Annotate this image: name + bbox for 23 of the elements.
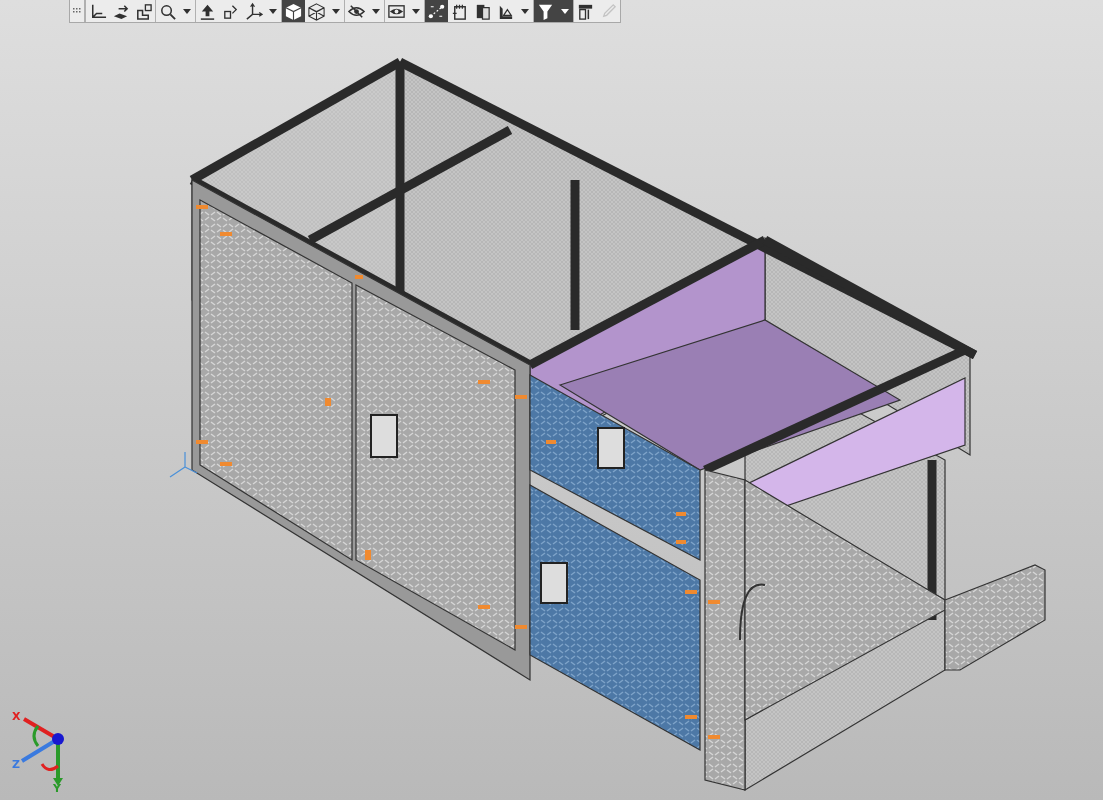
connected-nodes-button[interactable]: [425, 0, 448, 22]
cube-button[interactable]: [282, 0, 305, 22]
caret-icon: [183, 8, 191, 14]
grip-icon[interactable]: [73, 8, 81, 14]
caret-icon: [332, 8, 340, 14]
y-axis-label: Y: [53, 782, 61, 795]
caret-icon: [561, 8, 569, 14]
part-view-icon: [134, 1, 153, 21]
x-axis-label: X: [12, 710, 21, 723]
caret-icon: [412, 8, 420, 14]
cube-icon: [284, 1, 303, 21]
origin-axes-icon: [169, 451, 198, 478]
z-axis-label: Z: [12, 758, 20, 771]
wireframe-cube-icon: [307, 1, 326, 21]
axes-icon: [244, 1, 263, 21]
caret-icon: [521, 8, 529, 14]
arch-edge: [739, 583, 766, 641]
door-handle: [597, 427, 625, 469]
caret-icon: [372, 8, 380, 14]
wireframe-cube-button[interactable]: [305, 0, 328, 22]
door-handle: [540, 562, 568, 604]
caret-icon: [269, 8, 277, 14]
door-handle: [370, 414, 398, 458]
